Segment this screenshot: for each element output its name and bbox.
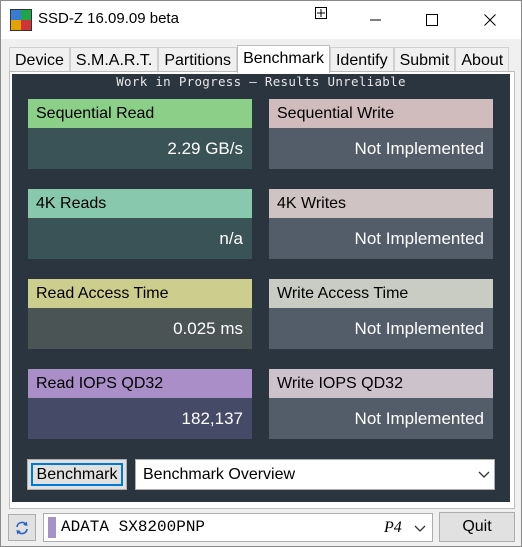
card-value: 182,137 <box>28 398 252 439</box>
close-button[interactable] <box>467 1 513 39</box>
card-sequential-write: Sequential Write Not Implemented <box>269 99 493 169</box>
card-title: Sequential Write <box>269 99 493 128</box>
pin-icon[interactable] <box>314 6 328 20</box>
drive-name: ADATA SX8200PNP <box>61 518 206 536</box>
card-title: Write Access Time <box>269 279 493 308</box>
window-title: SSD-Z 16.09.09 beta <box>38 10 179 27</box>
tab-smart[interactable]: S.M.A.R.T. <box>69 47 159 72</box>
card-write-iops-qd32: Write IOPS QD32 Not Implemented <box>269 369 493 439</box>
tab-identify[interactable]: Identify <box>329 47 394 72</box>
card-value: Not Implemented <box>269 398 493 439</box>
card-4k-reads: 4K Reads n/a <box>28 189 252 259</box>
card-read-iops-qd32: Read IOPS QD32 182,137 <box>28 369 252 439</box>
app-icon <box>10 9 32 31</box>
card-value: 2.29 GB/s <box>28 128 252 169</box>
tab-strip: Device S.M.A.R.T. Partitions Benchmark I… <box>9 45 510 73</box>
maximize-button[interactable] <box>409 1 455 39</box>
tab-submit[interactable]: Submit <box>393 47 456 72</box>
chevron-down-icon <box>478 471 490 478</box>
minimize-icon <box>370 19 381 21</box>
drive-color-marker <box>48 517 56 538</box>
card-value: Not Implemented <box>269 128 493 169</box>
card-value: Not Implemented <box>269 308 493 349</box>
chevron-down-icon <box>414 525 426 532</box>
tab-partitions[interactable]: Partitions <box>158 47 238 72</box>
card-title: 4K Reads <box>28 189 252 218</box>
refresh-icon <box>16 521 28 534</box>
refresh-button[interactable] <box>8 514 36 541</box>
card-title: 4K Writes <box>269 189 493 218</box>
tab-about[interactable]: About <box>455 47 510 72</box>
card-title: Sequential Read <box>28 99 252 128</box>
maximize-icon <box>426 14 438 26</box>
focus-ring <box>31 463 123 486</box>
benchmark-button[interactable]: Benchmark <box>27 459 127 490</box>
title-bar[interactable]: SSD-Z 16.09.09 beta <box>1 1 521 39</box>
drive-index: P4 <box>384 519 402 536</box>
minimize-button[interactable] <box>353 1 399 39</box>
card-value: 0.025 ms <box>28 308 252 349</box>
card-title: Read Access Time <box>28 279 252 308</box>
card-4k-writes: 4K Writes Not Implemented <box>269 189 493 259</box>
tab-benchmark[interactable]: Benchmark <box>237 45 330 73</box>
card-value: Not Implemented <box>269 218 493 259</box>
tab-device[interactable]: Device <box>9 47 70 72</box>
card-read-access-time: Read Access Time 0.025 ms <box>28 279 252 349</box>
drive-select[interactable]: ADATA SX8200PNP P4 <box>43 513 433 542</box>
app-window: SSD-Z 16.09.09 beta Device S.M.A.R.T. Pa… <box>0 0 522 547</box>
card-title: Write IOPS QD32 <box>269 369 493 398</box>
card-write-access-time: Write Access Time Not Implemented <box>269 279 493 349</box>
benchmark-mode-value: Benchmark Overview <box>143 466 296 483</box>
close-icon <box>484 14 496 26</box>
benchmark-mode-select[interactable]: Benchmark Overview <box>135 459 495 490</box>
work-in-progress-notice: Work in Progress – Results Unreliable <box>116 74 406 89</box>
card-value: n/a <box>28 218 252 259</box>
quit-button[interactable]: Quit <box>439 512 515 542</box>
card-title: Read IOPS QD32 <box>28 369 252 398</box>
card-sequential-read: Sequential Read 2.29 GB/s <box>28 99 252 169</box>
